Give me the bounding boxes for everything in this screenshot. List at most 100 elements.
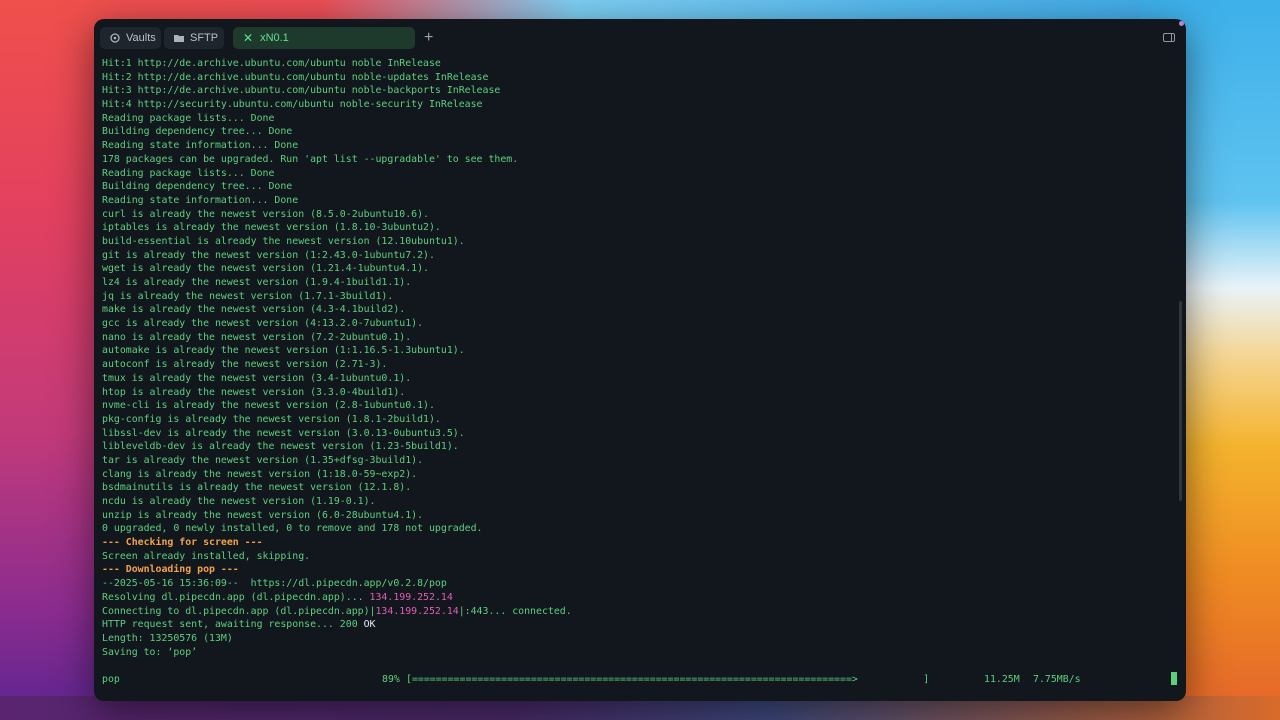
terminal-line: lz4 is already the newest version (1.9.4… xyxy=(102,276,1162,290)
terminal-line: --- Checking for screen --- xyxy=(102,536,1162,550)
terminal-line-text: Hit:4 http://security.ubuntu.com/ubuntu … xyxy=(102,99,483,111)
terminal-line: make is already the newest version (4.3-… xyxy=(102,303,1162,317)
terminal-line-text: curl is already the newest version (8.5.… xyxy=(102,208,429,220)
terminal-line-text: Hit:3 http://de.archive.ubuntu.com/ubunt… xyxy=(102,85,501,97)
tab-active-label: xN0.1 xyxy=(260,32,289,44)
terminal-line: build-essential is already the newest ve… xyxy=(102,235,1162,249)
terminal-line-text: Resolving dl.pipecdn.app (dl.pipecdn.app… xyxy=(102,591,370,603)
terminal-line: Reading package lists... Done xyxy=(102,112,1162,126)
terminal-line-text: --- Downloading pop --- xyxy=(102,564,239,576)
terminal-line-text: bsdmainutils is already the newest versi… xyxy=(102,482,412,494)
ip-address: 134.199.252.14 xyxy=(369,591,453,603)
terminal-cursor xyxy=(1171,672,1177,685)
terminal-line: htop is already the newest version (3.3.… xyxy=(102,386,1162,400)
terminal-line: autoconf is already the newest version (… xyxy=(102,358,1162,372)
terminal-line-text: 178 packages can be upgraded. Run 'apt l… xyxy=(102,153,519,165)
terminal-line: iptables is already the newest version (… xyxy=(102,221,1162,235)
terminal-line: HTTP request sent, awaiting response... … xyxy=(102,618,1162,632)
terminal-line-text: HTTP request sent, awaiting response... … xyxy=(102,619,364,631)
tab-vaults[interactable]: Vaults xyxy=(100,27,161,49)
tab-sftp[interactable]: SFTP xyxy=(164,27,224,49)
terminal-line: curl is already the newest version (8.5.… xyxy=(102,208,1162,222)
terminal-line-text: htop is already the newest version (3.3.… xyxy=(102,386,406,398)
terminal-line-text: Reading state information... Done xyxy=(102,194,299,206)
terminal-line: --- Downloading pop --- xyxy=(102,563,1162,577)
terminal-line-text: iptables is already the newest version (… xyxy=(102,222,441,234)
terminal-line: clang is already the newest version (1:1… xyxy=(102,468,1162,482)
terminal-line-text: clang is already the newest version (1:1… xyxy=(102,468,418,480)
terminal-line-text: Connecting to dl.pipecdn.app (dl.pipecdn… xyxy=(102,605,376,617)
terminal-line: Hit:2 http://de.archive.ubuntu.com/ubunt… xyxy=(102,71,1162,85)
terminal-line-text: autoconf is already the newest version (… xyxy=(102,359,388,371)
terminal-line-text: Building dependency tree... Done xyxy=(102,126,293,138)
terminal-line: Reading state information... Done xyxy=(102,194,1162,208)
terminal-line: Hit:1 http://de.archive.ubuntu.com/ubunt… xyxy=(102,57,1162,71)
terminal-line-text: lz4 is already the newest version (1.9.4… xyxy=(102,277,412,288)
terminal-line-text: --2025-05-16 15:36:09-- https://dl.pipec… xyxy=(102,578,447,590)
download-percent: 89% xyxy=(382,674,400,685)
terminal-line: nvme-cli is already the newest version (… xyxy=(102,399,1162,413)
terminal-line-text: 0 upgraded, 0 newly installed, 0 to remo… xyxy=(102,523,483,535)
terminal-line-text: libleveldb-dev is already the newest ver… xyxy=(102,441,459,453)
terminal-line-text: Screen already installed, skipping. xyxy=(102,550,311,562)
status-dot xyxy=(1179,21,1184,26)
terminal-line-text: automake is already the newest version (… xyxy=(102,345,465,357)
terminal-line: libleveldb-dev is already the newest ver… xyxy=(102,440,1162,454)
terminal-line: git is already the newest version (1:2.4… xyxy=(102,249,1162,263)
terminal-line-tail: |:443... connected. xyxy=(458,605,572,617)
terminal-line: 178 packages can be upgraded. Run 'apt l… xyxy=(102,153,1162,167)
plus-icon[interactable]: + xyxy=(424,29,433,47)
terminal-line-text: Saving to: ‘pop’ xyxy=(102,646,198,658)
terminal-line-text: git is already the newest version (1:2.4… xyxy=(102,249,435,261)
terminal-window: Vaults SFTP ✕ xN0.1 + Hit:1 http://de.ar… xyxy=(94,19,1186,701)
terminal-line: ncdu is already the newest version (1.19… xyxy=(102,495,1162,509)
terminal-line-text: tar is already the newest version (1.35+… xyxy=(102,454,424,466)
terminal-line: Hit:3 http://de.archive.ubuntu.com/ubunt… xyxy=(102,84,1162,98)
terminal-line-text: Reading package lists... Done xyxy=(102,167,275,179)
terminal-line-text: Hit:1 http://de.archive.ubuntu.com/ubunt… xyxy=(102,58,441,69)
download-status-line: pop 89% [===============================… xyxy=(102,673,1172,687)
scrollbar[interactable] xyxy=(1179,301,1182,501)
terminal-line-text: Hit:2 http://de.archive.ubuntu.com/ubunt… xyxy=(102,71,489,83)
terminal-line-text: libssl-dev is already the newest version… xyxy=(102,427,465,439)
terminal-line: Building dependency tree... Done xyxy=(102,180,1162,194)
terminal-line-text: nano is already the newest version (7.2-… xyxy=(102,331,412,343)
terminal-line-text: Building dependency tree... Done xyxy=(102,181,293,193)
terminal-line: Hit:4 http://security.ubuntu.com/ubuntu … xyxy=(102,98,1162,112)
tab-active-session[interactable]: ✕ xN0.1 xyxy=(233,27,415,49)
terminal-line: --2025-05-16 15:36:09-- https://dl.pipec… xyxy=(102,577,1162,591)
terminal-line: Resolving dl.pipecdn.app (dl.pipecdn.app… xyxy=(102,591,1162,605)
terminal-line: 0 upgraded, 0 newly installed, 0 to remo… xyxy=(102,522,1162,536)
terminal-line: jq is already the newest version (1.7.1-… xyxy=(102,290,1162,304)
tab-sftp-label: SFTP xyxy=(190,32,219,44)
terminal-line: Connecting to dl.pipecdn.app (dl.pipecdn… xyxy=(102,605,1162,619)
download-filename: pop xyxy=(102,674,120,685)
terminal-line: libssl-dev is already the newest version… xyxy=(102,427,1162,441)
tab-bar: Vaults SFTP ✕ xN0.1 + xyxy=(94,19,1186,57)
terminal-line-text: jq is already the newest version (1.7.1-… xyxy=(102,290,394,302)
terminal-line: tar is already the newest version (1.35+… xyxy=(102,454,1162,468)
terminal-line-text: make is already the newest version (4.3-… xyxy=(102,304,406,316)
terminal-line: gcc is already the newest version (4:13.… xyxy=(102,317,1162,331)
terminal-line-text: gcc is already the newest version (4:13.… xyxy=(102,318,424,330)
terminal-line-text: wget is already the newest version (1.21… xyxy=(102,263,429,275)
terminal-line: tmux is already the newest version (3.4-… xyxy=(102,372,1162,386)
download-progress-bar: [=======================================… xyxy=(406,674,930,685)
terminal-line: Length: 13250576 (13M) xyxy=(102,632,1162,646)
terminal-line-text: unzip is already the newest version (6.0… xyxy=(102,509,424,521)
close-icon[interactable]: ✕ xyxy=(243,31,253,45)
terminal-line-text: pkg-config is already the newest version… xyxy=(102,413,441,425)
download-size: 11.25M xyxy=(984,674,1020,685)
terminal-line: pkg-config is already the newest version… xyxy=(102,413,1162,427)
terminal-line-text: Reading state information... Done xyxy=(102,140,299,152)
terminal-line: nano is already the newest version (7.2-… xyxy=(102,331,1162,345)
ip-address: 134.199.252.14 xyxy=(375,605,459,617)
terminal-line-text: tmux is already the newest version (3.4-… xyxy=(102,372,412,384)
split-layout-icon[interactable] xyxy=(1163,33,1175,42)
folder-icon xyxy=(174,35,184,42)
terminal-line: unzip is already the newest version (6.0… xyxy=(102,509,1162,523)
terminal-line-text: --- Checking for screen --- xyxy=(102,537,263,549)
terminal-line: automake is already the newest version (… xyxy=(102,344,1162,358)
terminal-line-text: Length: 13250576 (13M) xyxy=(102,632,233,644)
terminal-line: Saving to: ‘pop’ xyxy=(102,646,1162,660)
